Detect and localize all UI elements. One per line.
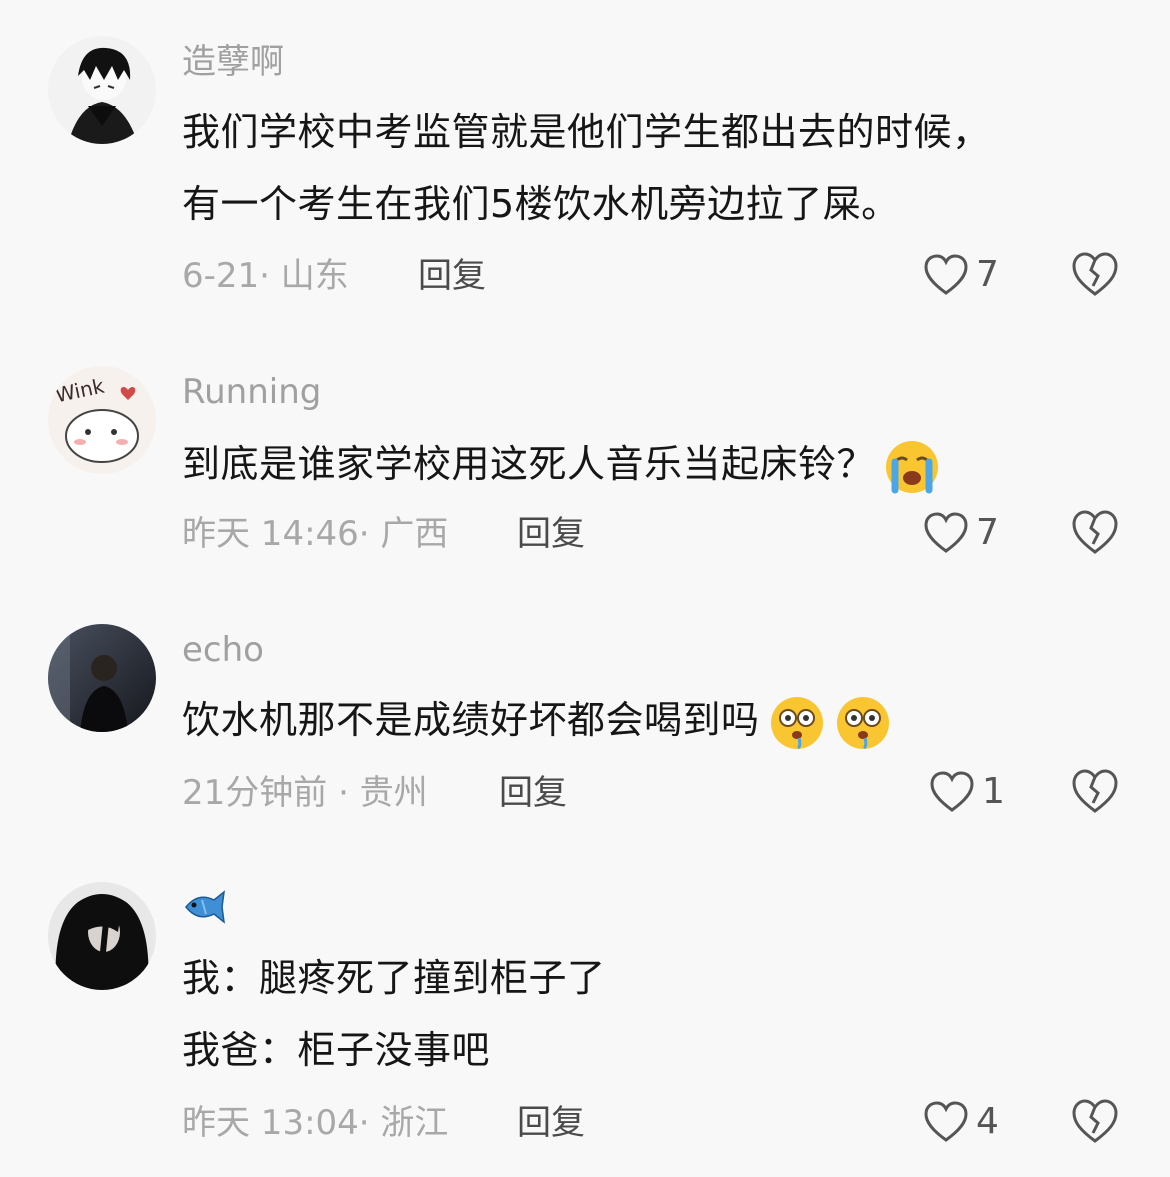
like-button[interactable]: 7 (922, 508, 999, 558)
reply-button[interactable]: 回复 (418, 254, 486, 298)
avatar[interactable] (48, 624, 156, 732)
like-count: 1 (982, 771, 1005, 812)
reply-button[interactable]: 回复 (499, 771, 567, 815)
comment-line: 到底是谁家学校用这死人音乐当起床铃？ (182, 442, 876, 486)
reply-button[interactable]: 回复 (517, 512, 585, 556)
heart-outline-icon (930, 771, 974, 812)
reply-button[interactable]: 回复 (517, 1101, 585, 1145)
comment-meta: 昨天 13:04· 浙江 (182, 1103, 449, 1143)
heart-outline-icon (924, 254, 968, 295)
like-button[interactable]: 4 (922, 1097, 999, 1147)
comment-line: 我爸：柜子没事吧 (182, 1028, 491, 1072)
flushed-drooling-face-emoji (768, 694, 826, 752)
fish-emoji (185, 890, 225, 924)
comment-text: 到底是谁家学校用这死人音乐当起床铃？ (182, 428, 1112, 500)
dislike-button[interactable] (1070, 508, 1120, 558)
comment-text: 我：腿疼死了撞到柜子了 我爸：柜子没事吧 (182, 942, 1112, 1086)
dislike-button[interactable] (1070, 1097, 1120, 1147)
comment-meta: 21分钟前 · 贵州 (182, 773, 428, 813)
like-count: 7 (976, 254, 999, 295)
flushed-drooling-face-emoji (834, 694, 892, 752)
comment-line: 饮水机那不是成绩好坏都会喝到吗 (182, 698, 760, 742)
avatar[interactable] (48, 36, 156, 144)
dislike-button[interactable] (1070, 250, 1120, 300)
dislike-button[interactable] (1070, 767, 1120, 817)
comment-line: 我们学校中考监管就是他们学生都出去的时候， (182, 110, 991, 154)
comment-text: 饮水机那不是成绩好坏都会喝到吗 (182, 684, 1112, 756)
heart-outline-icon (924, 512, 968, 553)
comment-meta: 6-21· 山东 (182, 256, 349, 296)
avatar[interactable]: Wink (48, 366, 156, 474)
comment-line: 我：腿疼死了撞到柜子了 (182, 956, 606, 1000)
like-count: 7 (976, 512, 999, 553)
like-button[interactable]: 1 (928, 767, 1005, 817)
comment-line: 有一个考生在我们5楼饮水机旁边拉了屎。 (182, 182, 900, 226)
username[interactable]: Running (182, 372, 321, 412)
loudly-crying-face-emoji (883, 438, 941, 496)
like-button[interactable]: 7 (922, 250, 999, 300)
username[interactable]: echo (182, 630, 264, 670)
broken-heart-icon (1072, 252, 1118, 296)
username[interactable]: 造孽啊 (182, 42, 284, 82)
broken-heart-icon (1072, 1099, 1118, 1143)
broken-heart-icon (1072, 769, 1118, 813)
comment-meta: 昨天 14:46· 广西 (182, 514, 449, 554)
avatar[interactable] (48, 882, 156, 990)
heart-outline-icon (924, 1101, 968, 1142)
broken-heart-icon (1072, 510, 1118, 554)
comment-text: 我们学校中考监管就是他们学生都出去的时候， 有一个考生在我们5楼饮水机旁边拉了屎… (182, 96, 1112, 240)
username[interactable] (182, 888, 228, 935)
like-count: 4 (976, 1101, 999, 1142)
